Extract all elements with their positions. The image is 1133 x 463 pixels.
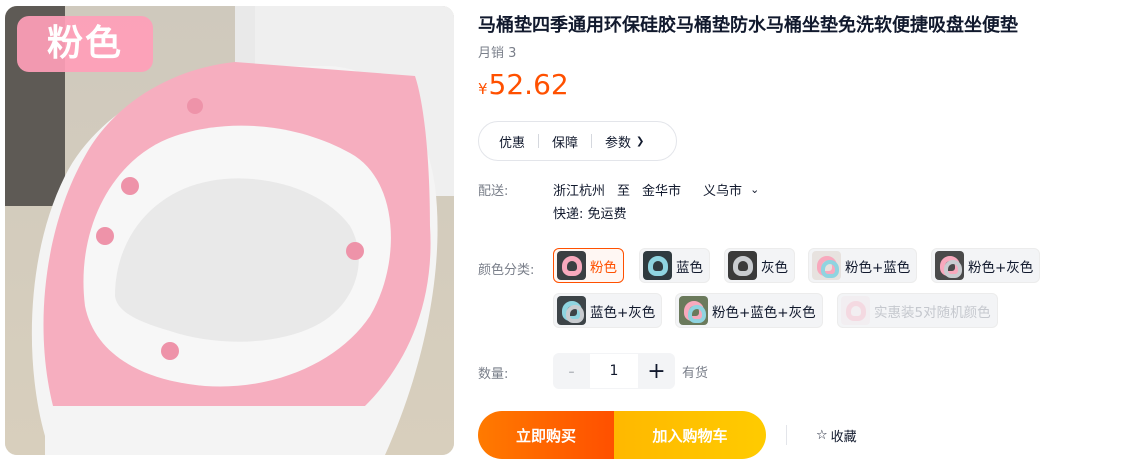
sku-option-blue-gray[interactable]: 蓝色+灰色: [553, 293, 663, 328]
shipping-route[interactable]: 浙江杭州 至 金华市 义乌市 ⌄: [553, 180, 771, 199]
star-icon: ☆: [816, 428, 828, 443]
sku-label: 粉色+蓝色: [845, 259, 911, 276]
quantity-stepper: - 1 + 有货: [553, 353, 708, 389]
quantity-input[interactable]: 1: [590, 353, 638, 389]
sku-label: 蓝色: [676, 259, 703, 276]
sku-thumb: [557, 251, 586, 280]
favorite-label: 收藏: [830, 430, 857, 445]
sku-option-blue[interactable]: 蓝色: [639, 248, 710, 283]
product-title: 马桶垫四季通用环保硅胶马桶垫防水马桶坐垫免洗软便捷吸盘坐便垫: [478, 15, 1018, 36]
buy-now-button[interactable]: 立即购买: [478, 411, 614, 459]
sku-thumb: [557, 296, 586, 325]
price: ¥ 52.62: [478, 68, 569, 101]
sku-label: 蓝色+灰色: [590, 304, 656, 321]
sku-option-pink[interactable]: 粉色: [553, 248, 624, 283]
product-image[interactable]: 粉色: [5, 6, 454, 455]
sku-thumb: [679, 296, 708, 325]
sku-thumb: [728, 251, 757, 280]
tab-divider: [591, 134, 593, 148]
sku-label: 粉色+灰色: [968, 259, 1034, 276]
sku-label: 粉色+蓝色+灰色: [712, 304, 816, 321]
price-value: 52.62: [488, 68, 569, 101]
monthly-sales: 月销 3: [478, 46, 517, 61]
add-to-cart-button[interactable]: 加入购物车: [614, 411, 766, 459]
sku-thumb: [643, 251, 672, 280]
tab-params-label: 参数: [605, 135, 632, 151]
tab-guarantee[interactable]: 保障: [552, 132, 578, 151]
sku-label: 实惠装5对随机颜色: [874, 304, 991, 321]
stock-status: 有货: [682, 365, 709, 381]
ship-to-word: 至: [617, 184, 631, 199]
shipping-label: 配送:: [478, 184, 509, 199]
divider: [786, 425, 787, 445]
tab-divider: [538, 134, 540, 148]
sku-option-pink-gray[interactable]: 粉色+灰色: [931, 248, 1041, 283]
chevron-down-icon: ⌄: [750, 183, 760, 196]
sku-label: 粉色: [590, 259, 617, 276]
favorite-button[interactable]: ☆ 收藏: [816, 426, 857, 445]
sku-option-gray[interactable]: 灰色: [724, 248, 795, 283]
sku-label: 灰色: [761, 259, 788, 276]
ship-city: 金华市: [642, 184, 682, 199]
color-label: 颜色分类:: [478, 263, 535, 278]
sku-option-pink-blue[interactable]: 粉色+蓝色: [808, 248, 918, 283]
sku-thumb: [812, 251, 841, 280]
image-color-tag: 粉色: [17, 16, 153, 72]
chevron-down-icon: ❯: [636, 135, 645, 147]
info-tabs: 优惠 保障 参数 ❯: [478, 121, 677, 161]
sku-thumb: [841, 296, 870, 325]
express-fee: 快递: 免运费: [553, 207, 627, 222]
quantity-decrease-button[interactable]: -: [553, 353, 590, 389]
sku-option-random-5-pack: 实惠装5对随机颜色: [837, 293, 998, 328]
sku-thumb: [935, 251, 964, 280]
ship-from: 浙江杭州: [553, 184, 606, 199]
purchase-buttons: 立即购买 加入购物车: [478, 411, 766, 459]
quantity-increase-button[interactable]: +: [638, 353, 675, 389]
quantity-label: 数量:: [478, 367, 509, 382]
tab-discount[interactable]: 优惠: [499, 132, 525, 151]
tab-params[interactable]: 参数 ❯: [605, 132, 644, 151]
currency-symbol: ¥: [478, 80, 488, 98]
ship-district: 义乌市: [703, 184, 743, 199]
sku-option-pink-blue-gray[interactable]: 粉色+蓝色+灰色: [675, 293, 823, 328]
